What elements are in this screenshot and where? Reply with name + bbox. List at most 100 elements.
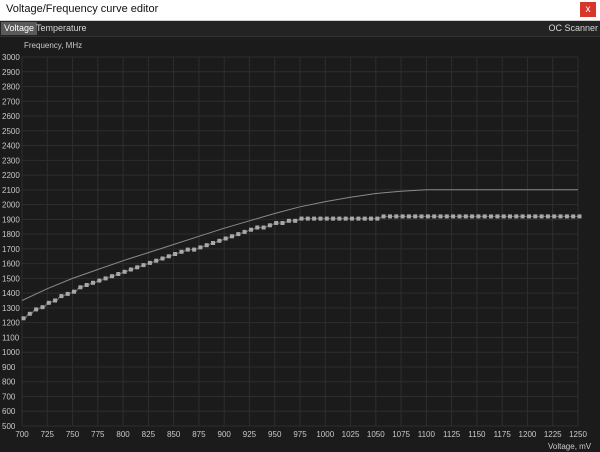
curve-point[interactable] xyxy=(59,294,64,299)
curve-point[interactable] xyxy=(564,214,569,219)
curve-point[interactable] xyxy=(147,260,152,265)
curve-point[interactable] xyxy=(46,300,51,305)
curve-point[interactable] xyxy=(571,214,576,219)
curve-point[interactable] xyxy=(40,305,45,310)
x-tick-label: 1000 xyxy=(316,430,334,439)
oc-scanner-button[interactable]: OC Scanner xyxy=(548,22,598,35)
curve-point[interactable] xyxy=(369,216,373,221)
curve-point[interactable] xyxy=(78,285,83,290)
curve-point[interactable] xyxy=(34,307,39,312)
curve-point[interactable] xyxy=(84,283,89,287)
x-tick-label: 1250 xyxy=(569,430,587,439)
curve-point[interactable] xyxy=(425,214,430,219)
chart-canvas[interactable]: 500 600 700 800 900 1000 1100 1200 1300 1400 1500 1… xyxy=(0,36,600,452)
curve-point[interactable] xyxy=(122,269,127,274)
curve-point[interactable] xyxy=(438,214,443,219)
curve-point[interactable] xyxy=(476,214,481,219)
curve-point[interactable] xyxy=(91,280,95,285)
curve-point[interactable] xyxy=(72,289,76,294)
curve-point[interactable] xyxy=(514,214,519,219)
curve-point[interactable] xyxy=(331,216,336,221)
tab-voltage[interactable]: Voltage xyxy=(1,22,38,35)
curve-point[interactable] xyxy=(242,229,247,234)
curve-point[interactable] xyxy=(179,249,184,254)
curve-point[interactable] xyxy=(274,221,279,225)
close-button[interactable]: x xyxy=(580,2,596,17)
curve-point[interactable] xyxy=(312,216,317,221)
curve-point[interactable] xyxy=(211,241,215,245)
curve-point[interactable] xyxy=(501,214,506,219)
tab-temperature[interactable]: Temperature xyxy=(33,22,90,35)
curve-point[interactable] xyxy=(128,267,133,272)
curve-point[interactable] xyxy=(375,216,380,221)
curve-point[interactable] xyxy=(299,216,304,221)
curve-point[interactable] xyxy=(533,214,538,219)
curve-point[interactable] xyxy=(192,247,197,252)
curve-point[interactable] xyxy=(400,214,405,219)
curve-point[interactable] xyxy=(558,214,563,219)
curve-point[interactable] xyxy=(451,214,456,219)
curve-point[interactable] xyxy=(406,214,411,219)
curve-point[interactable] xyxy=(65,291,70,296)
curve-point[interactable] xyxy=(305,216,310,221)
curve-point[interactable] xyxy=(103,276,108,281)
curve-point[interactable] xyxy=(116,272,121,276)
curve-point[interactable] xyxy=(267,223,272,228)
curve-point[interactable] xyxy=(27,311,32,316)
curve-point[interactable] xyxy=(204,243,209,248)
curve-point[interactable] xyxy=(110,274,114,279)
curve-point[interactable] xyxy=(362,216,367,221)
curve-point[interactable] xyxy=(97,278,102,283)
curve-point[interactable] xyxy=(318,216,323,221)
curve-point[interactable] xyxy=(388,214,392,219)
curve-point[interactable] xyxy=(508,214,512,219)
curve-point[interactable] xyxy=(255,225,260,230)
curve-point[interactable] xyxy=(350,216,354,221)
curve-point[interactable] xyxy=(173,252,178,256)
curve-point[interactable] xyxy=(21,316,26,321)
curve-point[interactable] xyxy=(413,214,418,219)
curve-point[interactable] xyxy=(539,214,544,219)
curve-point[interactable] xyxy=(230,234,234,239)
curve-point[interactable] xyxy=(482,214,487,219)
curve-point[interactable] xyxy=(495,214,500,219)
curve-point[interactable] xyxy=(552,214,557,219)
curve-point[interactable] xyxy=(293,218,298,223)
curve-point[interactable] xyxy=(337,216,342,221)
curve-point[interactable] xyxy=(324,216,329,221)
curve-point[interactable] xyxy=(217,238,222,243)
curve-point[interactable] xyxy=(280,221,285,225)
curve-point[interactable] xyxy=(432,214,437,219)
curve-point[interactable] xyxy=(154,258,159,263)
curve-point[interactable] xyxy=(577,214,582,219)
curve-point[interactable] xyxy=(286,218,291,223)
curve-point[interactable] xyxy=(185,247,190,252)
curve-point[interactable] xyxy=(261,225,266,230)
curve-point[interactable] xyxy=(249,227,253,232)
y-tick-label: 700 xyxy=(2,392,16,401)
curve-point[interactable] xyxy=(198,245,203,250)
curve-point[interactable] xyxy=(343,216,348,221)
curve-point[interactable] xyxy=(419,214,424,219)
curve-point[interactable] xyxy=(457,214,462,219)
curve-point[interactable] xyxy=(527,214,531,219)
curve-point[interactable] xyxy=(166,254,171,259)
curve-point[interactable] xyxy=(381,214,386,219)
curve-point[interactable] xyxy=(236,232,241,237)
curve-point[interactable] xyxy=(135,265,140,270)
series-group[interactable] xyxy=(21,189,582,321)
curve-point[interactable] xyxy=(470,214,475,219)
y-tick-label: 1900 xyxy=(2,215,20,224)
curve-point[interactable] xyxy=(463,214,468,219)
curve-point[interactable] xyxy=(489,214,493,219)
vf-curve-chart[interactable]: 500 600 700 800 900 1000 1100 1200 1300 1400 1500 1… xyxy=(0,36,600,452)
curve-point[interactable] xyxy=(160,256,165,261)
curve-point[interactable] xyxy=(356,216,361,221)
curve-point[interactable] xyxy=(444,214,449,219)
curve-point[interactable] xyxy=(141,263,146,268)
curve-point[interactable] xyxy=(545,214,550,219)
curve-point[interactable] xyxy=(223,236,228,241)
curve-point[interactable] xyxy=(520,214,525,219)
curve-point[interactable] xyxy=(53,298,58,303)
curve-point[interactable] xyxy=(394,214,399,219)
